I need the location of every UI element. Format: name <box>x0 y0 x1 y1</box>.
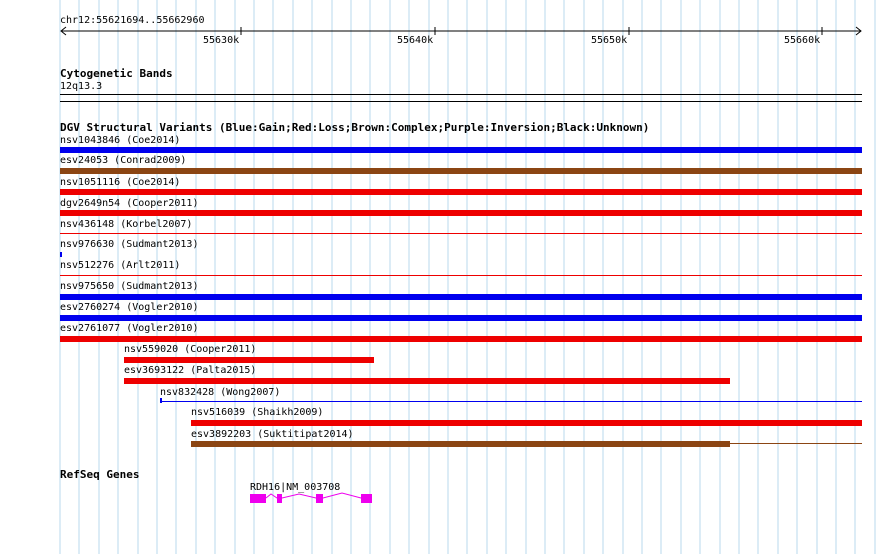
tick-label-55650k: 55650k <box>591 35 628 46</box>
variant-bar[interactable] <box>60 294 862 300</box>
variant-bar-tail <box>730 443 862 444</box>
variant-bar[interactable] <box>60 168 862 174</box>
variant-label[interactable]: nsv1051116 (Coe2014) <box>60 177 180 189</box>
gene-exon <box>277 494 282 503</box>
variant-label[interactable]: esv2760274 (Vogler2010) <box>60 302 198 314</box>
variant-bar[interactable] <box>60 233 862 234</box>
variant-bar[interactable] <box>60 189 862 195</box>
variant-label[interactable]: esv24053 (Conrad2009) <box>60 155 186 167</box>
gene-exon <box>250 494 266 503</box>
variant-bar[interactable] <box>60 147 862 153</box>
variant-label[interactable]: nsv516039 (Shaikh2009) <box>191 407 323 419</box>
variant-label[interactable]: nsv832428 (Wong2007) <box>160 387 280 399</box>
cytoband-track-title: Cytogenetic Bands <box>60 67 173 80</box>
variant-bar[interactable] <box>60 275 862 276</box>
variant-label[interactable]: nsv559020 (Cooper2011) <box>124 344 256 356</box>
variant-bar[interactable] <box>160 401 862 402</box>
variant-bar[interactable] <box>60 315 862 321</box>
variant-bar[interactable] <box>124 357 374 363</box>
variant-bar[interactable] <box>124 378 730 384</box>
variant-label[interactable]: nsv436148 (Korbel2007) <box>60 219 192 231</box>
variant-bar[interactable] <box>191 420 862 426</box>
variant-label[interactable]: nsv512276 (Arlt2011) <box>60 260 180 272</box>
variant-bar[interactable] <box>60 210 862 216</box>
variant-bar-cap <box>160 398 162 403</box>
variant-bar[interactable] <box>191 441 730 447</box>
refseq-track-title: RefSeq Genes <box>60 468 140 481</box>
gene-exon <box>361 494 372 503</box>
variant-label[interactable]: dgv2649n54 (Cooper2011) <box>60 198 198 210</box>
dgv-track-title: DGV Structural Variants (Blue:Gain;Red:L… <box>60 121 650 134</box>
gene-model[interactable] <box>0 488 890 508</box>
ruler-axis <box>60 26 862 36</box>
tick-label-55630k: 55630k <box>203 35 240 46</box>
variant-bar[interactable] <box>60 252 62 257</box>
variant-label[interactable]: esv2761077 (Vogler2010) <box>60 323 198 335</box>
variant-label[interactable]: esv3892203 (Suktitipat2014) <box>191 429 354 441</box>
variant-label[interactable]: nsv976630 (Sudmant2013) <box>60 239 198 251</box>
variant-label[interactable]: nsv1043846 (Coe2014) <box>60 135 180 147</box>
cytoband-bar-top <box>60 94 862 95</box>
tick-label-55640k: 55640k <box>397 35 434 46</box>
gene-exon <box>316 494 323 503</box>
variant-label[interactable]: esv3693122 (Palta2015) <box>124 365 256 377</box>
cytoband-bar-bottom <box>60 101 862 102</box>
variant-bar[interactable] <box>60 336 862 342</box>
tick-label-55660k: 55660k <box>784 35 821 46</box>
cytoband-label: 12q13.3 <box>60 81 103 92</box>
variant-label[interactable]: nsv975650 (Sudmant2013) <box>60 281 198 293</box>
